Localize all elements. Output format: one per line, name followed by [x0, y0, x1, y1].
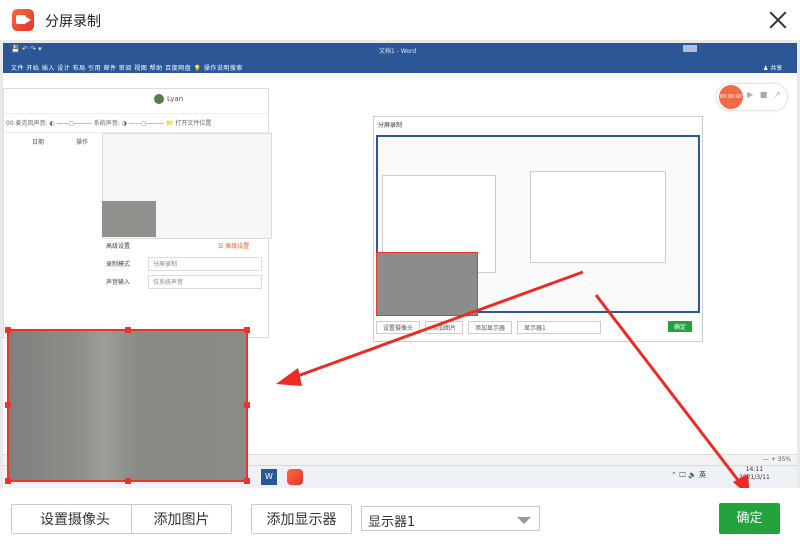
display-select-value: 显示器1	[368, 515, 416, 530]
title-bar: 分屏录制	[0, 0, 800, 40]
nested-confirm-button: 确定	[668, 321, 693, 332]
nested-set-camera-button: 设置摄像头	[376, 321, 421, 334]
recorder-widget: 00:00:00 ▶ ■ ↗	[717, 84, 787, 110]
embedded-app-window-right: 分屏录制 设置摄像头 添加图片 添加显示器 显示器1 确定	[373, 116, 703, 342]
nested-camera-preview	[376, 252, 478, 316]
resize-handle[interactable]	[125, 478, 131, 484]
nested-display-select: 显示器1	[517, 321, 602, 334]
audio-input-select: 仅系统声音	[148, 275, 262, 289]
word-taskbar-icon: W	[261, 469, 277, 485]
list-header: 日期 操作	[4, 133, 100, 147]
resize-handle[interactable]	[5, 478, 11, 484]
display-select[interactable]: 显示器1	[361, 506, 540, 531]
user-name: Lyan	[167, 95, 184, 103]
record-mode-select: 分屏录制	[148, 257, 262, 271]
recording-timer: 00:00:00	[719, 85, 743, 109]
word-menu: 文件 开始 插入 设计 布局 引用 邮件 审阅 视图 帮助 百度网盘 💡 操作说…	[11, 65, 243, 72]
recorder-controls: ▶ ■ ↗	[747, 90, 783, 99]
confirm-button[interactable]: 确定	[719, 503, 780, 534]
clock-date: 2021/3/11	[739, 474, 770, 481]
close-icon[interactable]	[766, 8, 790, 32]
clock: 14:11 2021/3/11	[739, 466, 770, 482]
resize-handle[interactable]	[244, 327, 250, 333]
clock-time: 14:11	[745, 466, 764, 473]
embedded-app-window-left: Lyan 00 麦克风声音: ◐ ——○——— 系统声音: ◑ ——○——— 📁…	[3, 88, 272, 338]
system-tray: ⌃ 🖵 🔈 英	[671, 471, 707, 479]
avatar	[154, 94, 164, 104]
nested-add-display-button: 添加显示器	[468, 321, 513, 334]
audio-input-value: 仅系统声音	[153, 279, 184, 286]
record-mode-value: 分屏录制	[153, 261, 178, 268]
nested-button-row: 设置摄像头 添加图片 添加显示器 显示器1	[376, 321, 606, 334]
col-action: 操作	[76, 139, 89, 146]
chevron-down-icon	[517, 517, 531, 524]
add-display-button[interactable]: 添加显示器	[251, 504, 352, 534]
quick-access-toolbar: 💾 ↶ ↷ ▾	[11, 45, 42, 53]
audio-input-label: 声音输入	[106, 279, 131, 286]
camera-overlay[interactable]	[5, 327, 250, 484]
recorder-taskbar-icon	[287, 469, 303, 485]
col-date: 日期	[32, 139, 45, 146]
audio-toolbar-text: 00 麦克风声音: ◐ ——○——— 系统声音: ◑ ——○——— 📁 打开文件…	[6, 120, 212, 127]
window-title: 分屏录制	[45, 14, 101, 30]
add-image-button[interactable]: 添加图片	[131, 504, 232, 534]
audio-toolbar: 00 麦克风声音: ◐ ——○——— 系统声音: ◑ ——○——— 📁 打开文件…	[4, 113, 268, 133]
bottom-toolbar: 设置摄像头 添加图片 添加显示器 显示器1 确定	[0, 488, 800, 550]
resize-handle[interactable]	[244, 402, 250, 408]
nested-camera-preview	[102, 201, 156, 237]
set-camera-button[interactable]: 设置摄像头	[11, 504, 139, 534]
user-info: Lyan	[154, 94, 183, 104]
zoom-level: — + 35%	[762, 456, 791, 463]
resize-handle[interactable]	[5, 402, 11, 408]
nested-add-image-button: 添加图片	[425, 321, 464, 334]
share-button: ♟ 共享	[763, 65, 783, 72]
nested-thumbnail	[530, 171, 666, 263]
resize-handle[interactable]	[5, 327, 11, 333]
app-logo-icon	[12, 9, 34, 31]
resize-handle[interactable]	[244, 478, 250, 484]
resize-handle[interactable]	[125, 327, 131, 333]
advanced-settings-link: ☰ 高级设置	[218, 243, 250, 250]
nested-window-title: 分屏录制	[378, 122, 403, 129]
ribbon-login-button	[683, 45, 697, 52]
word-ribbon: 💾 ↶ ↷ ▾ 文档1 - Word 文件 开始 插入 设计 布局 引用 邮件 …	[3, 43, 797, 73]
word-doc-title: 文档1 - Word	[379, 48, 417, 55]
record-mode-label: 录制模式	[106, 261, 131, 268]
advanced-settings-label: 高级设置	[106, 243, 131, 250]
